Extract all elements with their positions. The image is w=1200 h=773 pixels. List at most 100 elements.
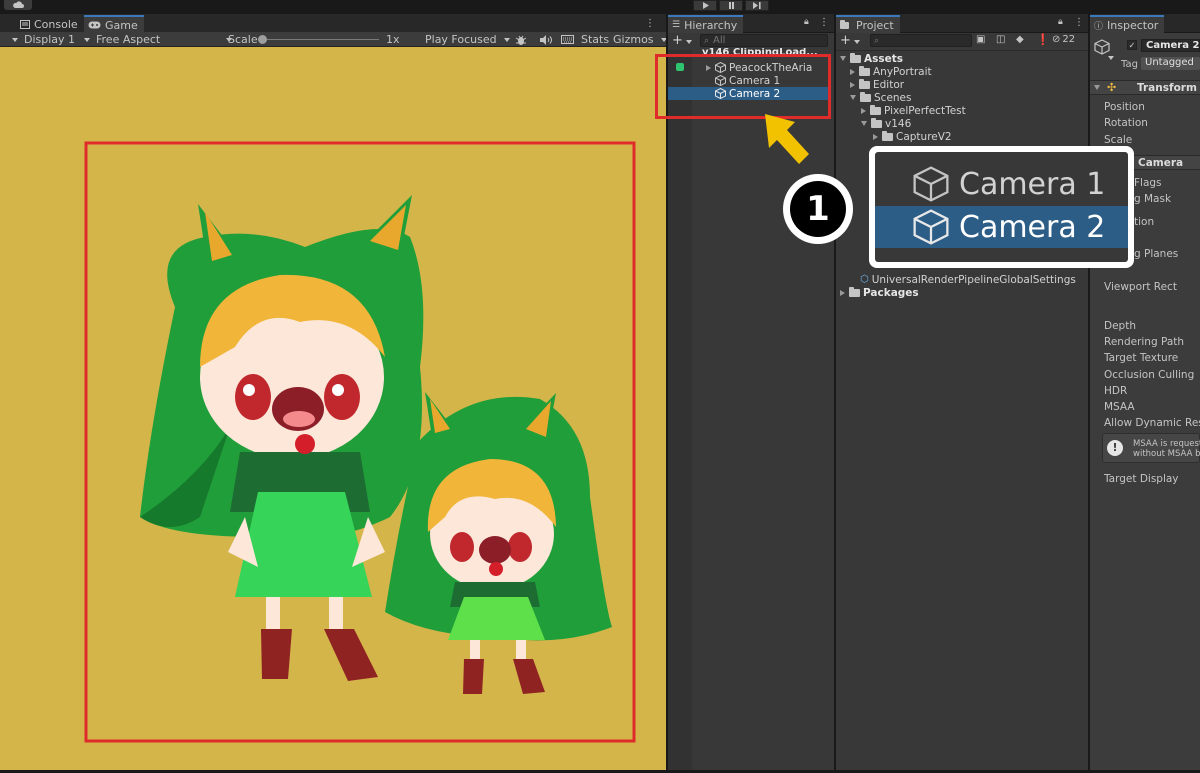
zoom-item-camera-1: Camera 1 (875, 164, 1128, 204)
search-by-type-icon[interactable]: ▣ (976, 34, 985, 45)
step-badge: 1 (783, 174, 853, 244)
rotation-label: Rotation (1104, 117, 1148, 129)
active-checkbox[interactable]: ✓ (1127, 40, 1137, 50)
visibility-gutter (668, 50, 692, 770)
expand-arrow-icon[interactable] (850, 68, 855, 75)
zoom-item-camera-2: Camera 2 (875, 206, 1128, 248)
search-placeholder: All (713, 35, 726, 46)
game-tabbar: Console Game ⋮ (0, 14, 666, 33)
panel-menu-icon[interactable]: ⋮ (1074, 17, 1084, 28)
gizmos-label: Gizmos (613, 33, 654, 46)
tag-icon[interactable]: ◆ (1016, 34, 1024, 45)
scale-slider-track[interactable] (261, 39, 379, 40)
console-icon (20, 19, 30, 29)
tab-console-label: Console (34, 17, 78, 31)
step-number: 1 (790, 181, 846, 237)
project-search-input[interactable]: ⌕ (870, 34, 972, 47)
tree-item-capturev2[interactable]: CaptureV2 (873, 130, 952, 143)
add-icon[interactable]: + (672, 33, 683, 48)
scale-label: Scale (228, 33, 258, 46)
folder-icon (849, 286, 860, 297)
scale-slider-handle[interactable] (258, 35, 267, 44)
tree-label: Packages (863, 286, 919, 299)
msaa-help-box: ! MSAA is requeste without MSAA bu (1102, 433, 1200, 463)
occlusion-culling-label: Occlusion Culling (1104, 369, 1195, 381)
folder-icon (882, 130, 893, 141)
panel-menu-icon[interactable]: ⋮ (645, 18, 655, 29)
search-by-label-icon[interactable]: ◫ (996, 34, 1005, 45)
chevron-down-icon (503, 37, 510, 42)
main-toolbar (0, 0, 1200, 14)
hdr-label: HDR (1104, 385, 1128, 397)
lock-icon[interactable]: 🔒︎ (1058, 17, 1063, 27)
expand-arrow-icon[interactable] (861, 107, 866, 114)
tab-game-label: Game (105, 18, 138, 32)
game-viewport[interactable] (0, 47, 666, 770)
chevron-down-icon[interactable] (854, 40, 860, 44)
tab-inspector[interactable]: ⓘ Inspector (1090, 15, 1165, 33)
msaa-note-line-2: without MSAA bu (1133, 449, 1200, 459)
tag-label: Tag (1121, 59, 1138, 70)
transform-title: Transform (1137, 82, 1197, 94)
expand-arrow-icon[interactable] (873, 133, 878, 140)
tag-dropdown[interactable]: Untagged (1141, 57, 1200, 70)
msaa-note-line-1: MSAA is requeste (1133, 439, 1200, 449)
tree-item-editor[interactable]: Editor (850, 78, 904, 91)
viewport-rect-label: Viewport Rect (1104, 281, 1177, 293)
expand-arrow-icon[interactable] (1094, 85, 1100, 90)
folder-icon (859, 65, 870, 76)
play-focus-dropdown[interactable]: Play Focused (425, 32, 510, 47)
expand-arrow-icon[interactable] (840, 56, 846, 61)
target-texture-label: Target Texture (1104, 352, 1179, 364)
audio-mute-icon[interactable] (540, 32, 552, 47)
cloud-icon[interactable] (4, 0, 32, 10)
stats-button[interactable]: Stats (581, 32, 609, 47)
expand-arrow-icon[interactable] (850, 95, 856, 100)
tab-console[interactable]: Console (16, 15, 84, 33)
tree-item-assets[interactable]: Assets (840, 52, 903, 65)
scale-value: 1x (386, 33, 400, 46)
expand-arrow-icon[interactable] (850, 81, 855, 88)
expand-arrow-icon[interactable] (861, 121, 867, 126)
gizmos-button[interactable]: Gizmos (613, 32, 667, 47)
tab-project[interactable]: Project (836, 15, 900, 33)
add-icon[interactable]: + (840, 33, 851, 48)
tree-label: Assets (864, 52, 904, 65)
display-dropdown[interactable]: Display 1 (12, 32, 75, 47)
character-large (140, 195, 424, 681)
game-render (84, 141, 636, 743)
hidden-packages-toggle[interactable]: ⊘ 22 (1052, 34, 1075, 45)
hierarchy-search-input[interactable]: ⌕ All (700, 34, 828, 47)
step-button[interactable] (745, 0, 769, 11)
gameobject-cube-icon (1094, 39, 1110, 55)
tab-hierarchy[interactable]: ☰ Hierarchy (668, 15, 744, 33)
chevron-down-icon[interactable] (686, 40, 692, 44)
lock-icon[interactable]: 🔒︎ (804, 17, 809, 27)
tree-item-anyportrait[interactable]: AnyPortrait (850, 65, 932, 78)
allow-dynamic-resolution-label: Allow Dynamic Resol (1104, 417, 1200, 429)
position-label: Position (1104, 101, 1145, 113)
scale-label: Scale (1104, 134, 1133, 146)
search-icon: ⌕ (874, 35, 880, 46)
tree-item-pixelperfecttest[interactable]: PixelPerfectTest (861, 104, 966, 117)
tree-item-v146[interactable]: v146 (861, 117, 911, 130)
expand-arrow-icon[interactable] (840, 289, 845, 296)
object-name-field[interactable]: Camera 2 (1141, 39, 1200, 52)
warning-filter-icon[interactable]: ❗ (1036, 33, 1050, 46)
tree-item-urp-settings[interactable]: ⬡ UniversalRenderPipelineGlobalSettings (860, 273, 1076, 286)
aspect-dropdown[interactable]: Free Aspect (84, 32, 233, 47)
tree-label: CaptureV2 (896, 130, 952, 143)
chevron-down-icon[interactable] (1108, 56, 1114, 60)
visible-count: 22 (1062, 34, 1076, 45)
panel-menu-icon[interactable]: ⋮ (819, 17, 829, 28)
gameobject-cube-icon (913, 166, 949, 202)
tree-item-scenes[interactable]: Scenes (850, 91, 911, 104)
folder-open-icon (860, 91, 871, 102)
keyboard-icon[interactable] (561, 32, 574, 47)
list-icon: ☰ (672, 20, 681, 30)
bug-icon[interactable] (515, 32, 527, 47)
pause-button[interactable] (719, 0, 743, 11)
tab-game[interactable]: Game (84, 15, 144, 33)
play-button[interactable] (693, 0, 717, 11)
tree-item-packages[interactable]: Packages (840, 286, 919, 299)
